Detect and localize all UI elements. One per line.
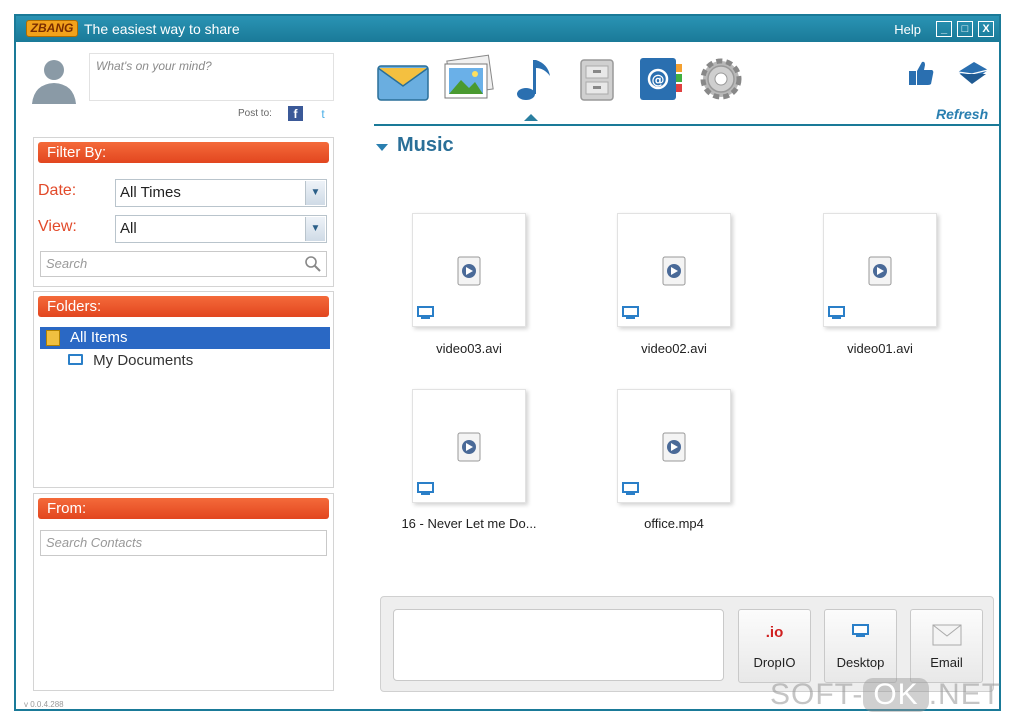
chevron-down-icon[interactable]: ▼ — [305, 181, 325, 205]
view-select[interactable]: All ▼ — [115, 215, 327, 243]
computer-icon — [825, 624, 896, 643]
help-link[interactable]: Help — [894, 22, 921, 37]
folder-item-all-items[interactable]: All Items — [40, 327, 330, 349]
twitter-icon[interactable]: t — [316, 107, 330, 121]
computer-icon — [622, 306, 639, 319]
filter-header: Filter By: — [38, 142, 329, 163]
video-file-icon — [662, 256, 686, 286]
contacts-icon[interactable]: @ — [634, 54, 688, 104]
search-icon[interactable] — [304, 255, 322, 273]
file-tile[interactable] — [823, 213, 937, 327]
thumbs-up-icon[interactable] — [906, 58, 936, 88]
toolbar-divider — [374, 124, 999, 126]
search-placeholder: Search — [46, 256, 88, 271]
folder-label: All Items — [70, 329, 128, 346]
section-title: Music — [397, 134, 454, 156]
version-label: v 0.0.4.288 — [24, 700, 64, 709]
watermark: SOFT- OK .NET — [770, 678, 1001, 712]
app-logo: ZBANG — [26, 20, 78, 37]
maximize-button[interactable]: □ — [957, 21, 973, 37]
view-label: View: — [38, 218, 77, 235]
mail-icon[interactable] — [376, 54, 430, 104]
file-name[interactable]: office.mp4 — [594, 516, 754, 531]
filter-panel: Filter By: Date: All Times ▼ View: All ▼… — [33, 137, 334, 287]
from-panel: From: Search Contacts — [33, 493, 334, 691]
file-name[interactable]: video02.avi — [594, 341, 754, 356]
minimize-button[interactable]: _ — [936, 21, 952, 37]
envelope-icon[interactable] — [956, 58, 990, 90]
file-name[interactable]: video03.avi — [389, 341, 549, 356]
app-window: ZBANG The easiest way to share Help _ □ … — [14, 14, 1001, 711]
app-tagline: The easiest way to share — [84, 21, 240, 37]
file-name[interactable]: 16 - Never Let me Do... — [389, 516, 549, 531]
settings-icon[interactable] — [694, 54, 748, 104]
computer-icon — [828, 306, 845, 319]
file-tile[interactable] — [412, 213, 526, 327]
computer-icon — [417, 482, 434, 495]
documents-icon[interactable] — [571, 54, 625, 104]
view-value: All — [120, 220, 137, 237]
from-header: From: — [38, 498, 329, 519]
dropio-icon: .io — [765, 624, 784, 641]
envelope-icon — [911, 624, 982, 651]
video-file-icon — [457, 256, 481, 286]
desktop-label: Desktop — [836, 655, 885, 670]
search-input[interactable]: Search — [40, 251, 327, 277]
dropio-label: DropIO — [753, 655, 796, 670]
video-file-icon — [662, 432, 686, 462]
date-select[interactable]: All Times ▼ — [115, 179, 327, 207]
watermark-right: .NET — [928, 678, 1002, 711]
email-button[interactable]: Email — [910, 609, 983, 683]
status-input[interactable]: What's on your mind? — [89, 53, 334, 101]
contacts-search-input[interactable]: Search Contacts — [40, 530, 327, 556]
collapse-icon[interactable] — [376, 144, 388, 151]
computer-icon — [68, 354, 83, 365]
file-tile[interactable] — [412, 389, 526, 503]
date-value: All Times — [120, 184, 181, 201]
music-icon[interactable] — [506, 54, 560, 104]
close-button[interactable]: X — [978, 21, 994, 37]
watermark-ok: OK — [863, 678, 929, 712]
photos-icon[interactable] — [441, 54, 495, 104]
title-bar: ZBANG The easiest way to share Help _ □ … — [16, 16, 999, 42]
dropio-button[interactable]: .io DropIO — [738, 609, 811, 683]
file-tile[interactable] — [617, 389, 731, 503]
folders-header: Folders: — [38, 296, 329, 317]
svg-text:@: @ — [652, 73, 665, 88]
desktop-button[interactable]: Desktop — [824, 609, 897, 683]
active-tab-indicator — [524, 114, 538, 121]
folder-icon — [46, 330, 60, 346]
video-file-icon — [457, 432, 481, 462]
chevron-down-icon[interactable]: ▼ — [305, 217, 325, 241]
file-tile[interactable] — [617, 213, 731, 327]
watermark-left: SOFT- — [770, 678, 864, 711]
video-file-icon — [868, 256, 892, 286]
computer-icon — [417, 306, 434, 319]
post-to-label: Post to: — [238, 108, 272, 119]
folder-label: My Documents — [93, 352, 194, 369]
drop-zone[interactable] — [393, 609, 724, 681]
folder-item-my-documents[interactable]: My Documents — [68, 350, 193, 372]
refresh-link[interactable]: Refresh — [936, 106, 988, 122]
computer-icon — [622, 482, 639, 495]
file-name[interactable]: video01.avi — [800, 341, 960, 356]
facebook-icon[interactable]: f — [288, 106, 303, 121]
avatar-icon[interactable] — [28, 56, 80, 104]
date-label: Date: — [38, 182, 77, 199]
folders-panel: Folders: All Items My Documents — [33, 291, 334, 488]
email-label: Email — [930, 655, 963, 670]
